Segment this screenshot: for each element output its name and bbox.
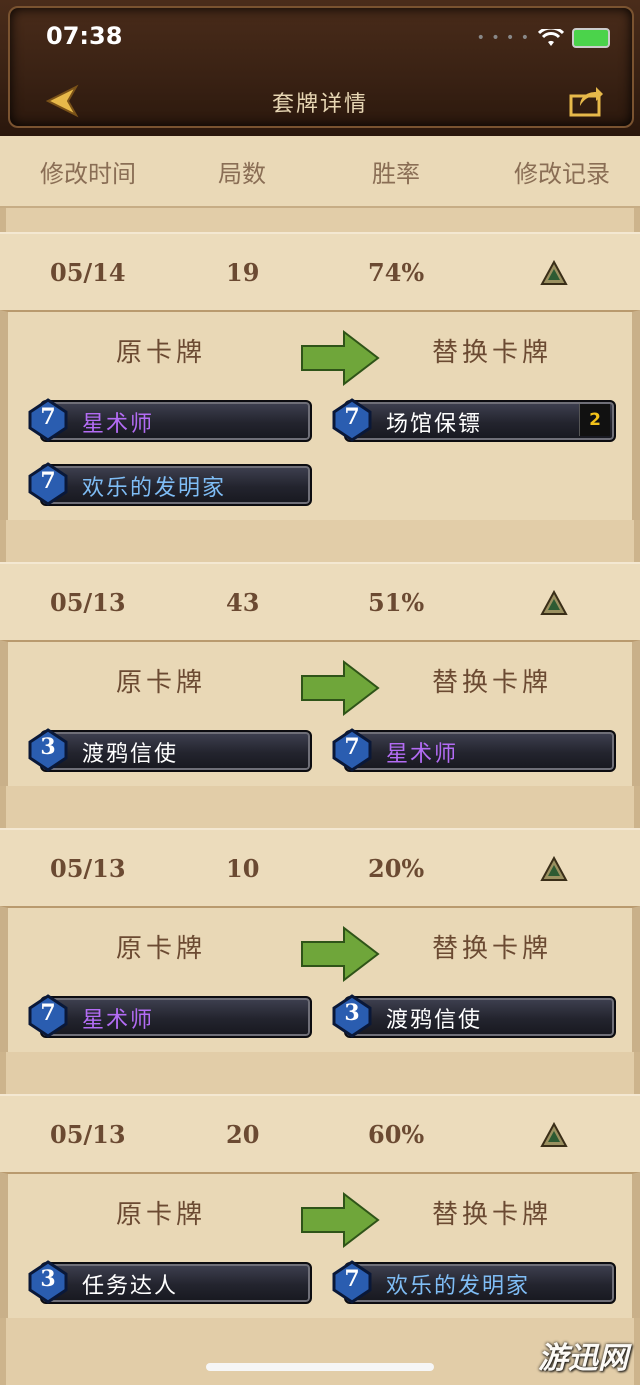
navigation-bar: 07:38 • • • • 套牌详情 <box>0 0 640 139</box>
column-games: 局数 <box>218 159 266 188</box>
original-label: 原卡牌 <box>116 668 207 698</box>
card-plate <box>344 730 616 772</box>
home-indicator[interactable] <box>206 1363 434 1371</box>
card-cost: 7 <box>40 468 56 494</box>
record-games: 20 <box>226 1120 260 1149</box>
card-name: 欢乐的发明家 <box>82 476 227 501</box>
record-date: 05/14 <box>50 258 126 287</box>
card-cost: 7 <box>344 734 360 760</box>
replacement-label: 替换卡牌 <box>432 1200 553 1230</box>
list-item: 05/13 43 51% 原卡牌 替换卡牌 3 渡鸦信使 7 星术师 <box>0 562 640 786</box>
card-name: 渡鸦信使 <box>82 742 179 767</box>
green-arrow-icon <box>301 926 380 982</box>
expand-triangle-icon[interactable] <box>540 1122 568 1148</box>
original-label: 原卡牌 <box>116 1200 207 1230</box>
column-modified-time: 修改时间 <box>40 159 136 188</box>
record-games: 10 <box>226 854 260 883</box>
record-date: 05/13 <box>50 588 126 617</box>
record-games: 19 <box>226 258 260 287</box>
card-cost: 7 <box>344 1266 360 1292</box>
record-detail: 原卡牌 替换卡牌 3 渡鸦信使 7 星术师 <box>0 640 640 786</box>
green-arrow-icon <box>301 660 380 716</box>
card-plate <box>40 996 312 1038</box>
record-summary[interactable]: 05/13 10 20% <box>0 828 640 906</box>
card-cost: 3 <box>40 1266 56 1292</box>
card-cost: 3 <box>40 734 56 760</box>
card-cost: 3 <box>344 1000 360 1026</box>
list-item: 05/14 19 74% 原卡牌 替换卡牌 7 星术师 7 欢乐的发明家 7 场… <box>0 232 640 520</box>
card-tile[interactable]: 7 星术师 <box>26 398 312 442</box>
record-summary[interactable]: 05/14 19 74% <box>0 232 640 310</box>
expand-triangle-icon[interactable] <box>540 590 568 616</box>
card-cost: 7 <box>40 404 56 430</box>
share-icon[interactable] <box>568 84 604 118</box>
card-name: 星术师 <box>82 1008 155 1033</box>
card-tile[interactable]: 7 星术师 <box>330 728 616 772</box>
card-tile[interactable]: 7 星术师 <box>26 994 312 1038</box>
list-item: 05/13 10 20% 原卡牌 替换卡牌 7 星术师 3 渡鸦信使 <box>0 828 640 1052</box>
list-spacer <box>0 518 640 562</box>
card-tile[interactable]: 3 任务达人 <box>26 1260 312 1304</box>
green-arrow-icon <box>301 1192 380 1248</box>
card-name: 欢乐的发明家 <box>386 1274 531 1299</box>
card-cost: 7 <box>344 404 360 430</box>
replacement-label: 替换卡牌 <box>432 668 553 698</box>
card-tile[interactable]: 3 渡鸦信使 <box>26 728 312 772</box>
expand-triangle-icon[interactable] <box>540 856 568 882</box>
card-tile[interactable]: 3 渡鸦信使 <box>330 994 616 1038</box>
page-title: 套牌详情 <box>271 92 368 117</box>
card-tile[interactable]: 7 欢乐的发明家 <box>26 462 312 506</box>
card-name: 星术师 <box>386 742 459 767</box>
green-arrow-icon <box>301 330 380 386</box>
expand-triangle-icon[interactable] <box>540 260 568 286</box>
card-quantity: 2 <box>579 404 610 436</box>
column-header: 修改时间 局数 胜率 修改记录 <box>0 136 640 208</box>
record-date: 05/13 <box>50 1120 126 1149</box>
record-detail: 原卡牌 替换卡牌 3 任务达人 7 欢乐的发明家 <box>0 1172 640 1318</box>
list-spacer <box>0 1050 640 1094</box>
battery-icon <box>572 28 610 48</box>
status-time: 07:38 <box>46 22 123 50</box>
record-win-rate: 20% <box>368 854 425 883</box>
signal-icon: • • • • <box>476 30 530 46</box>
card-tile[interactable]: 7 欢乐的发明家 <box>330 1260 616 1304</box>
card-plate <box>40 400 312 442</box>
card-name: 渡鸦信使 <box>386 1008 483 1033</box>
list-item: 05/13 20 60% 原卡牌 替换卡牌 3 任务达人 7 欢乐的发明家 <box>0 1094 640 1318</box>
status-icons: • • • • <box>477 28 610 48</box>
record-detail: 原卡牌 替换卡牌 7 星术师 7 欢乐的发明家 7 场馆保镖 2 <box>0 310 640 520</box>
record-win-rate: 74% <box>368 258 425 287</box>
record-date: 05/13 <box>50 854 126 883</box>
card-name: 场馆保镖 <box>386 412 483 437</box>
record-win-rate: 60% <box>368 1120 425 1149</box>
list-spacer <box>0 784 640 828</box>
record-games: 43 <box>226 588 260 617</box>
replacement-label: 替换卡牌 <box>432 338 553 368</box>
column-change-log: 修改记录 <box>514 159 610 188</box>
list-spacer <box>0 208 640 232</box>
replacement-label: 替换卡牌 <box>432 934 553 964</box>
card-tile[interactable]: 7 场馆保镖 2 <box>330 398 616 442</box>
record-detail: 原卡牌 替换卡牌 7 星术师 3 渡鸦信使 <box>0 906 640 1052</box>
column-win-rate: 胜率 <box>372 159 420 188</box>
record-win-rate: 51% <box>368 588 425 617</box>
watermark: 游迅网 <box>538 1341 628 1376</box>
original-label: 原卡牌 <box>116 934 207 964</box>
record-summary[interactable]: 05/13 20 60% <box>0 1094 640 1172</box>
original-label: 原卡牌 <box>116 338 207 368</box>
card-name: 任务达人 <box>82 1274 179 1299</box>
card-name: 星术师 <box>82 412 155 437</box>
card-cost: 7 <box>40 1000 56 1026</box>
wifi-icon <box>538 29 564 46</box>
record-summary[interactable]: 05/13 43 51% <box>0 562 640 640</box>
